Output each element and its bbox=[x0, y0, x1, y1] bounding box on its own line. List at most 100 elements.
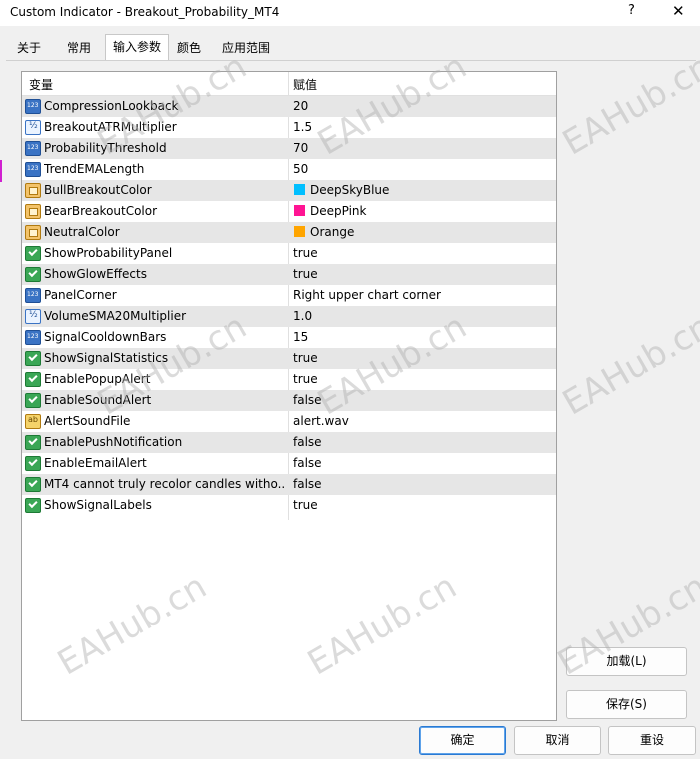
param-row[interactable]: ShowProbabilityPanel true bbox=[22, 243, 556, 264]
param-value[interactable]: false bbox=[293, 456, 322, 470]
param-row[interactable]: SignalCooldownBars 15 bbox=[22, 327, 556, 348]
tab-common[interactable]: 常用 bbox=[56, 36, 102, 60]
param-name: BreakoutATRMultiplier bbox=[44, 120, 177, 134]
param-name: NeutralColor bbox=[44, 225, 120, 239]
string-icon bbox=[25, 414, 41, 429]
param-row[interactable]: BearBreakoutColor DeepPink bbox=[22, 201, 556, 222]
param-name: ShowProbabilityPanel bbox=[44, 246, 173, 260]
param-name: ShowSignalLabels bbox=[44, 498, 152, 512]
bool-icon bbox=[25, 372, 41, 387]
param-value[interactable]: alert.wav bbox=[293, 414, 349, 428]
param-name: AlertSoundFile bbox=[44, 414, 131, 428]
param-name: SignalCooldownBars bbox=[44, 330, 167, 344]
title-bar: Custom Indicator - Breakout_Probability_… bbox=[0, 0, 700, 26]
param-value[interactable]: true bbox=[293, 351, 318, 365]
bool-icon bbox=[25, 498, 41, 513]
param-value[interactable]: true bbox=[293, 372, 318, 386]
double-icon bbox=[25, 309, 41, 324]
param-value[interactable]: true bbox=[293, 267, 318, 281]
param-value[interactable]: DeepSkyBlue bbox=[310, 183, 389, 197]
param-row[interactable]: TrendEMALength 50 bbox=[22, 159, 556, 180]
param-value[interactable]: false bbox=[293, 477, 322, 491]
cancel-button[interactable]: 取消 bbox=[514, 726, 601, 755]
param-row[interactable]: CompressionLookback 20 bbox=[22, 96, 556, 117]
close-button[interactable]: ✕ bbox=[672, 2, 685, 20]
param-name: BullBreakoutColor bbox=[44, 183, 152, 197]
param-value[interactable]: 20 bbox=[293, 99, 308, 113]
param-name: VolumeSMA20Multiplier bbox=[44, 309, 187, 323]
param-value[interactable]: 15 bbox=[293, 330, 308, 344]
color-swatch[interactable] bbox=[294, 226, 305, 237]
header-variable[interactable]: 变量 bbox=[29, 76, 53, 93]
param-value[interactable]: Orange bbox=[310, 225, 354, 239]
param-row[interactable]: ShowGlowEffects true bbox=[22, 264, 556, 285]
param-row[interactable]: ProbabilityThreshold 70 bbox=[22, 138, 556, 159]
bool-icon bbox=[25, 267, 41, 282]
param-value[interactable]: Right upper chart corner bbox=[293, 288, 441, 302]
tab-about[interactable]: 关于 bbox=[6, 36, 52, 60]
double-icon bbox=[25, 120, 41, 135]
param-name: EnablePushNotification bbox=[44, 435, 183, 449]
color-icon bbox=[25, 225, 41, 240]
param-row[interactable]: BreakoutATRMultiplier 1.5 bbox=[22, 117, 556, 138]
param-row[interactable]: AlertSoundFile alert.wav bbox=[22, 411, 556, 432]
param-name: ShowGlowEffects bbox=[44, 267, 147, 281]
header-value[interactable]: 赋值 bbox=[293, 76, 317, 93]
color-swatch[interactable] bbox=[294, 184, 305, 195]
watermark: EAHub.cn bbox=[556, 46, 700, 164]
param-value[interactable]: 1.0 bbox=[293, 309, 312, 323]
param-value[interactable]: DeepPink bbox=[310, 204, 366, 218]
save-button[interactable]: 保存(S) bbox=[566, 690, 687, 719]
param-row[interactable]: EnablePushNotification false bbox=[22, 432, 556, 453]
param-row[interactable]: MT4 cannot truly recolor candles witho..… bbox=[22, 474, 556, 495]
int-icon bbox=[25, 162, 41, 177]
grid-header: 变量 赋值 bbox=[22, 72, 556, 96]
param-row[interactable]: VolumeSMA20Multiplier 1.0 bbox=[22, 306, 556, 327]
param-row[interactable]: ShowSignalStatistics true bbox=[22, 348, 556, 369]
bool-icon bbox=[25, 351, 41, 366]
left-edge-accent bbox=[0, 160, 2, 182]
param-name: MT4 cannot truly recolor candles witho..… bbox=[44, 477, 284, 491]
param-row[interactable]: EnablePopupAlert true bbox=[22, 369, 556, 390]
param-name: PanelCorner bbox=[44, 288, 117, 302]
param-name: TrendEMALength bbox=[44, 162, 145, 176]
param-name: EnablePopupAlert bbox=[44, 372, 151, 386]
ok-button[interactable]: 确定 bbox=[419, 726, 506, 755]
tab-inputs[interactable]: 输入参数 bbox=[105, 34, 169, 60]
param-value[interactable]: true bbox=[293, 246, 318, 260]
param-value[interactable]: true bbox=[293, 498, 318, 512]
param-value[interactable]: false bbox=[293, 393, 322, 407]
bool-icon bbox=[25, 393, 41, 408]
color-icon bbox=[25, 183, 41, 198]
param-value[interactable]: 1.5 bbox=[293, 120, 312, 134]
param-row[interactable]: BullBreakoutColor DeepSkyBlue bbox=[22, 180, 556, 201]
param-row[interactable]: ShowSignalLabels true bbox=[22, 495, 556, 516]
watermark: EAHub.cn bbox=[556, 306, 700, 424]
param-name: EnableSoundAlert bbox=[44, 393, 152, 407]
enum-icon bbox=[25, 288, 41, 303]
int-icon bbox=[25, 330, 41, 345]
bool-icon bbox=[25, 435, 41, 450]
param-value[interactable]: 70 bbox=[293, 141, 308, 155]
param-row[interactable]: EnableSoundAlert false bbox=[22, 390, 556, 411]
window-title: Custom Indicator - Breakout_Probability_… bbox=[10, 5, 280, 19]
param-row[interactable]: EnableEmailAlert false bbox=[22, 453, 556, 474]
param-name: ProbabilityThreshold bbox=[44, 141, 167, 155]
load-button[interactable]: 加载(L) bbox=[566, 647, 687, 676]
tab-colors[interactable]: 颜色 bbox=[168, 36, 210, 60]
color-swatch[interactable] bbox=[294, 205, 305, 216]
tab-panel-border bbox=[6, 60, 696, 61]
reset-button[interactable]: 重设 bbox=[608, 726, 696, 755]
inputs-grid[interactable]: 变量 赋值 CompressionLookback 20 BreakoutATRMu… bbox=[21, 71, 557, 721]
param-value[interactable]: false bbox=[293, 435, 322, 449]
bool-icon bbox=[25, 456, 41, 471]
int-icon bbox=[25, 141, 41, 156]
param-name: ShowSignalStatistics bbox=[44, 351, 169, 365]
param-row[interactable]: NeutralColor Orange bbox=[22, 222, 556, 243]
param-value[interactable]: 50 bbox=[293, 162, 308, 176]
param-name: EnableEmailAlert bbox=[44, 456, 147, 470]
tab-visualization[interactable]: 应用范围 bbox=[214, 36, 278, 60]
param-name: BearBreakoutColor bbox=[44, 204, 158, 218]
param-row[interactable]: PanelCorner Right upper chart corner bbox=[22, 285, 556, 306]
help-button[interactable]: ? bbox=[628, 3, 635, 18]
